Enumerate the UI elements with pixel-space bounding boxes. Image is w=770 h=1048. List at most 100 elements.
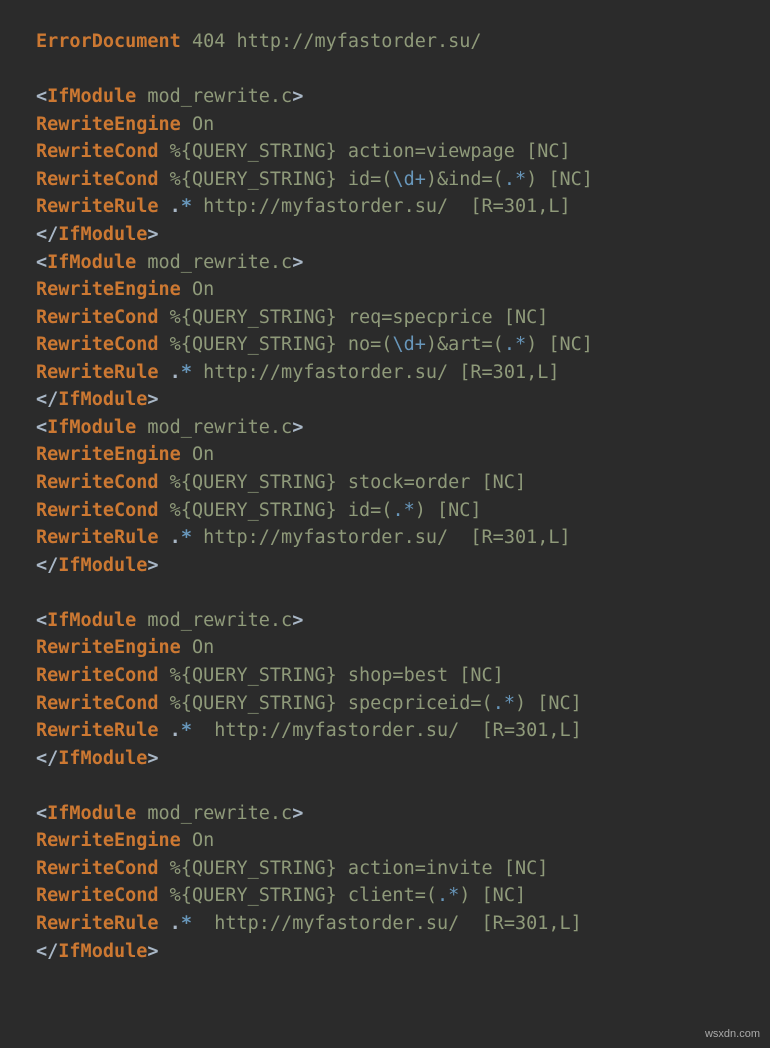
angle-close: >	[292, 252, 303, 273]
ifmodule-close: </IfModule>	[36, 941, 159, 962]
rewritecond-line: RewriteCond %{QUERY_STRING} no=(\d+)&art…	[36, 334, 593, 355]
keyword-ifmodule: IfModule	[58, 389, 147, 410]
rewriterule-line: RewriteRule .* http://myfastorder.su/ [R…	[36, 913, 582, 934]
keyword-rewriteengine: RewriteEngine	[36, 637, 181, 658]
engine-val: On	[192, 637, 214, 658]
rewritecond-line: RewriteCond %{QUERY_STRING} action=invit…	[36, 858, 548, 879]
keyword-ifmodule: IfModule	[47, 86, 136, 107]
cond-text: ) [NC]	[459, 885, 526, 906]
keyword-rewritecond: RewriteCond	[36, 500, 159, 521]
cond-text: %{QUERY_STRING} action=viewpage [NC]	[170, 141, 571, 162]
ifmodule-open: <IfModule mod_rewrite.c>	[36, 803, 303, 824]
rewritecond-line: RewriteCond %{QUERY_STRING} stock=order …	[36, 472, 526, 493]
dot-token: .	[170, 196, 181, 217]
code-block: ErrorDocument 404 http://myfastorder.su/…	[0, 0, 770, 965]
keyword-ifmodule: IfModule	[58, 941, 147, 962]
cond-text: ) [NC]	[526, 334, 593, 355]
ifmodule-open: <IfModule mod_rewrite.c>	[36, 86, 303, 107]
rewriteengine-line: RewriteEngine On	[36, 637, 214, 658]
angle-open: </	[36, 748, 58, 769]
cond-text: %{QUERY_STRING} stock=order [NC]	[170, 472, 526, 493]
keyword-rewriterule: RewriteRule	[36, 720, 159, 741]
keyword-errordocument: ErrorDocument	[36, 31, 181, 52]
rule-text: http://myfastorder.su/ [R=301,L]	[192, 527, 571, 548]
angle-open: </	[36, 224, 58, 245]
cond-text: ) [NC]	[526, 169, 593, 190]
errdoc-line: ErrorDocument 404 http://myfastorder.su/	[36, 31, 482, 52]
keyword-rewritecond: RewriteCond	[36, 169, 159, 190]
ifmodule-arg: mod_rewrite.c	[147, 252, 292, 273]
ifmodule-arg: mod_rewrite.c	[147, 417, 292, 438]
ifmodule-arg: mod_rewrite.c	[147, 803, 292, 824]
cond-text: %{QUERY_STRING} no=(	[170, 334, 393, 355]
angle-close: >	[147, 555, 158, 576]
rewritecond-line: RewriteCond %{QUERY_STRING} action=viewp…	[36, 141, 571, 162]
keyword-rewritecond: RewriteCond	[36, 141, 159, 162]
cond-text: %{QUERY_STRING} action=invite [NC]	[170, 858, 549, 879]
angle-close: >	[147, 941, 158, 962]
engine-val: On	[192, 444, 214, 465]
star-token: *	[181, 362, 192, 383]
engine-val: On	[192, 114, 214, 135]
rewriteengine-line: RewriteEngine On	[36, 830, 214, 851]
regex-token: \d+	[392, 334, 425, 355]
ifmodule-open: <IfModule mod_rewrite.c>	[36, 417, 303, 438]
dot-token: .	[170, 720, 181, 741]
angle-close: >	[147, 748, 158, 769]
rule-text: http://myfastorder.su/ [R=301,L]	[192, 913, 582, 934]
rewritecond-line: RewriteCond %{QUERY_STRING} id=(\d+)&ind…	[36, 169, 593, 190]
ifmodule-close: </IfModule>	[36, 555, 159, 576]
dot-token: .	[170, 913, 181, 934]
angle-open: <	[36, 252, 47, 273]
angle-open: <	[36, 86, 47, 107]
keyword-ifmodule: IfModule	[47, 252, 136, 273]
keyword-rewriteengine: RewriteEngine	[36, 279, 181, 300]
cond-text: )&art=(	[426, 334, 504, 355]
rule-text: http://myfastorder.su/ [R=301,L]	[192, 196, 571, 217]
regex-token: \d+	[392, 169, 425, 190]
keyword-ifmodule: IfModule	[58, 555, 147, 576]
angle-close: >	[292, 803, 303, 824]
ifmodule-open: <IfModule mod_rewrite.c>	[36, 252, 303, 273]
angle-close: >	[147, 389, 158, 410]
dot-token: .	[170, 527, 181, 548]
regex-token: .*	[493, 693, 515, 714]
cond-text: ) [NC]	[415, 500, 482, 521]
keyword-rewriteengine: RewriteEngine	[36, 114, 181, 135]
rewriterule-line: RewriteRule .* http://myfastorder.su/ [R…	[36, 362, 560, 383]
rewriterule-line: RewriteRule .* http://myfastorder.su/ [R…	[36, 720, 582, 741]
rewritecond-line: RewriteCond %{QUERY_STRING} id=(.*) [NC]	[36, 500, 482, 521]
angle-open: <	[36, 417, 47, 438]
cond-text: %{QUERY_STRING} specpriceid=(	[170, 693, 493, 714]
angle-close: >	[292, 610, 303, 631]
rewriteengine-line: RewriteEngine On	[36, 444, 214, 465]
dot-token: .	[170, 362, 181, 383]
rule-text: http://myfastorder.su/ [R=301,L]	[192, 362, 560, 383]
star-token: *	[181, 913, 192, 934]
cond-text: %{QUERY_STRING} shop=best [NC]	[170, 665, 504, 686]
keyword-rewriteengine: RewriteEngine	[36, 830, 181, 851]
angle-open: </	[36, 389, 58, 410]
regex-token: .*	[504, 169, 526, 190]
ifmodule-close: </IfModule>	[36, 748, 159, 769]
keyword-ifmodule: IfModule	[47, 803, 136, 824]
angle-open: </	[36, 941, 58, 962]
keyword-rewritecond: RewriteCond	[36, 858, 159, 879]
keyword-rewritecond: RewriteCond	[36, 885, 159, 906]
angle-open: <	[36, 610, 47, 631]
ifmodule-close: </IfModule>	[36, 389, 159, 410]
angle-close: >	[292, 86, 303, 107]
angle-open: <	[36, 803, 47, 824]
ifmodule-arg: mod_rewrite.c	[147, 86, 292, 107]
regex-token: .*	[437, 885, 459, 906]
rewritecond-line: RewriteCond %{QUERY_STRING} shop=best [N…	[36, 665, 504, 686]
keyword-ifmodule: IfModule	[58, 748, 147, 769]
cond-text: )&ind=(	[426, 169, 504, 190]
keyword-ifmodule: IfModule	[47, 610, 136, 631]
rewriteengine-line: RewriteEngine On	[36, 114, 214, 135]
angle-close: >	[147, 224, 158, 245]
ifmodule-open: <IfModule mod_rewrite.c>	[36, 610, 303, 631]
regex-token: .*	[504, 334, 526, 355]
rewriterule-line: RewriteRule .* http://myfastorder.su/ [R…	[36, 527, 571, 548]
rewritecond-line: RewriteCond %{QUERY_STRING} req=specpric…	[36, 307, 548, 328]
